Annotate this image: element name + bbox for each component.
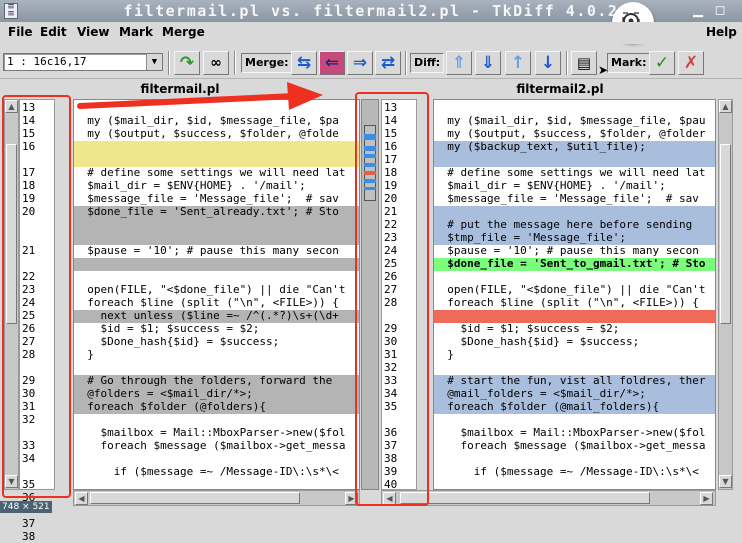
left-horizontal-scrollbar[interactable]: ◀ ▶: [73, 490, 360, 506]
mark-clear-icon[interactable]: ✗: [678, 51, 704, 75]
menu-help[interactable]: Help: [706, 25, 737, 39]
code-line: if ($message =~ /Message-ID\:\s*\<: [74, 465, 339, 478]
code-line: my ($backup_text, $util_file);: [434, 141, 715, 154]
code-line: if ($message =~ /Message-ID\:\s*\<: [434, 465, 699, 478]
code-line: $done_file = 'Sent_to_gmail.txt'; # Sto: [434, 258, 715, 271]
code-line: $done_file = 'Sent_already.txt'; # Sto: [74, 206, 359, 219]
code-line: $Done_hash{$id} = $success;: [74, 335, 280, 348]
mark-label: Mark:: [607, 53, 651, 73]
code-line: foreach $line (split ("\n", <FILE>)) {: [434, 296, 699, 309]
annotation-box-right: [355, 92, 429, 506]
toolbar-separator: [234, 51, 236, 75]
center-current-icon[interactable]: ▤: [571, 51, 597, 75]
merge-right-icon[interactable]: ⇄: [375, 51, 401, 75]
merge-choose-left-icon[interactable]: ⇐: [319, 51, 345, 75]
restore-icon[interactable]: ◻: [712, 3, 728, 19]
menu-view[interactable]: View: [77, 25, 109, 39]
merge-choose-right-icon[interactable]: ⇒: [347, 51, 373, 75]
menu-edit[interactable]: Edit: [40, 25, 67, 39]
merge-left-icon[interactable]: ⇆: [291, 51, 317, 75]
right-horizontal-scrollbar[interactable]: ◀ ▶: [381, 490, 716, 506]
code-line: [74, 219, 359, 232]
code-line: }: [434, 348, 454, 361]
app-icon[interactable]: ≡ ≡: [4, 3, 18, 19]
line-number: 38: [22, 530, 36, 543]
redo-arrow-icon[interactable]: ↷: [174, 51, 200, 75]
code-line: my ($output, $success, $folder, @folde: [74, 127, 339, 140]
code-line: [74, 141, 359, 154]
diff-selector[interactable]: 1 : 16c16,17 ▼: [3, 53, 163, 71]
left-hscroll-thumb[interactable]: [90, 492, 300, 504]
code-line: foreach $folder (@mail_folders){: [434, 401, 715, 414]
window-title: filtermail.pl vs. filtermail2.pl - TkDif…: [123, 2, 619, 20]
scroll-left-icon[interactable]: ◀: [75, 492, 88, 505]
diff-prev-icon[interactable]: ↑: [505, 51, 531, 75]
minimize-icon[interactable]: ▁: [690, 3, 706, 19]
scroll-up-icon[interactable]: ▲: [719, 100, 732, 113]
right-hscroll-thumb[interactable]: [400, 492, 650, 504]
scroll-right-icon[interactable]: ▶: [700, 492, 713, 505]
diff-first-icon[interactable]: ⇑: [446, 51, 472, 75]
merge-label: Merge:: [241, 53, 293, 73]
mark-set-icon[interactable]: ✓: [649, 51, 675, 75]
code-line: foreach $message ($mailbox->get_messa: [74, 439, 346, 452]
diff-selector-value: 1 : 16c16,17: [7, 55, 87, 68]
diff-next-icon[interactable]: ⇓: [475, 51, 501, 75]
diff-label: Diff:: [410, 53, 445, 73]
toolbar-separator: [566, 51, 568, 75]
right-scroll-thumb[interactable]: [720, 144, 731, 324]
line-number: 37: [22, 517, 36, 530]
scroll-down-icon[interactable]: ▼: [719, 475, 732, 488]
annotation-arrow-icon: [77, 82, 323, 110]
annotation-box-left: [2, 95, 71, 498]
dimension-badge: 748 × 521: [0, 501, 52, 513]
menu-merge[interactable]: Merge: [162, 25, 205, 39]
code-line: foreach $folder (@folders){: [74, 401, 359, 414]
right-filename: filtermail2.pl: [516, 82, 604, 96]
binoculars-icon[interactable]: ∞: [203, 51, 229, 75]
menubar: [0, 22, 742, 44]
code-line: $pause = '10'; # pause this many secon: [74, 244, 339, 257]
menu-file[interactable]: File: [8, 25, 33, 39]
right-vertical-scrollbar[interactable]: ▲ ▼: [718, 99, 733, 490]
code-line: [74, 258, 359, 271]
code-line: foreach $message ($mailbox->get_messa: [434, 439, 706, 452]
code-line: $message_file = 'Message_file'; # sav: [434, 192, 699, 205]
right-text-pane[interactable]: my ($mail_dir, $id, $message_file, $pau …: [433, 99, 716, 490]
menu-mark[interactable]: Mark: [119, 25, 153, 39]
chevron-down-icon[interactable]: ▼: [146, 54, 162, 70]
code-line: $Done_hash{$id} = $success;: [434, 335, 640, 348]
code-line: }: [74, 348, 94, 361]
toolbar-separator: [405, 51, 407, 75]
diff-last-icon[interactable]: ↓: [535, 51, 561, 75]
toolbar-separator: [168, 51, 170, 75]
left-text-pane[interactable]: my ($mail_dir, $id, $message_file, $pa m…: [73, 99, 360, 490]
